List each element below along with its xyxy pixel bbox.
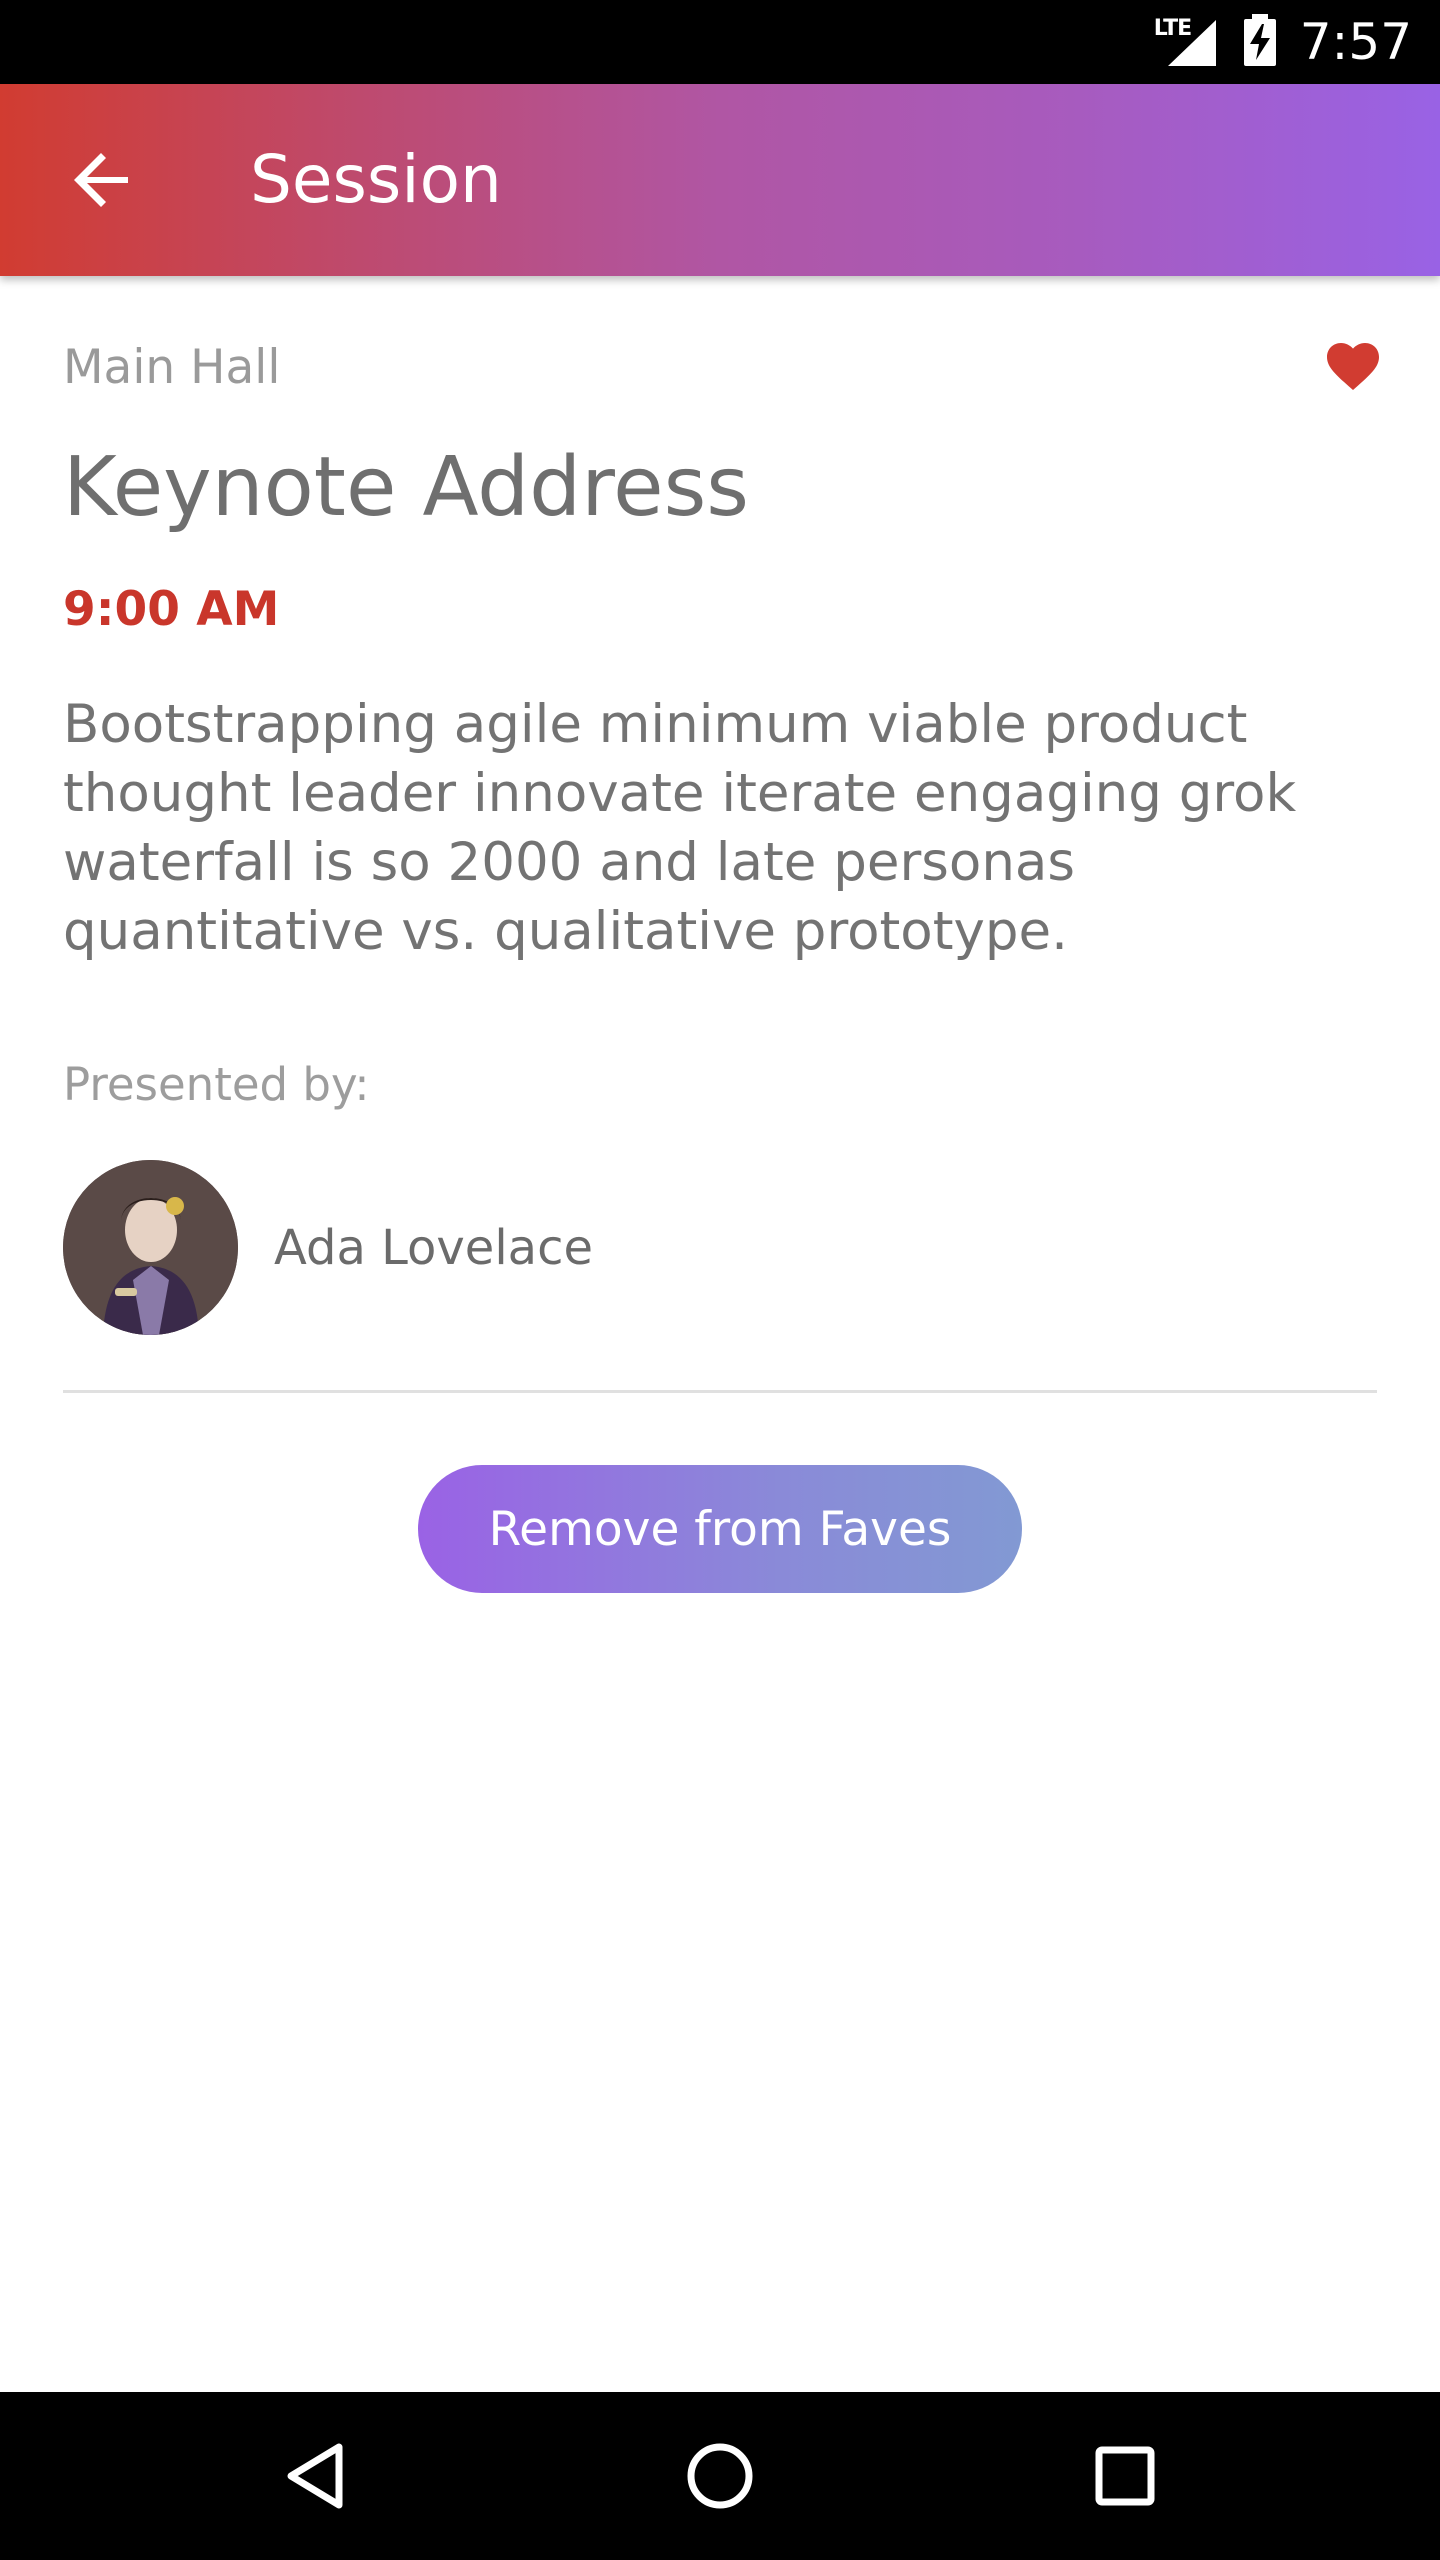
recents-square-icon [1095,2446,1155,2506]
battery-charging-icon [1242,14,1278,70]
session-description: Bootstrapping agile minimum viable produ… [63,694,1297,962]
back-triangle-icon [287,2443,343,2509]
speaker-avatar [63,1160,238,1335]
speaker-item[interactable]: Ada Lovelace [63,1160,593,1335]
nav-back-button[interactable] [265,2426,365,2526]
system-nav-bar [0,2392,1440,2560]
remove-from-faves-button[interactable]: Remove from Faves [418,1465,1022,1593]
session-time: 9:00 AM [63,582,280,637]
favorite-heart-icon[interactable] [1327,342,1379,392]
lte-signal-icon: LTE [1154,16,1220,68]
page-title: Session [250,141,502,218]
status-bar: LTE 7:57 [0,0,1440,84]
presented-by-label: Presented by: [63,1058,370,1111]
session-title: Keynote Address [63,440,750,535]
divider [63,1390,1377,1393]
back-button[interactable] [52,130,152,230]
nav-recents-button[interactable] [1075,2426,1175,2526]
arrow-back-icon [74,153,128,207]
speaker-name: Ada Lovelace [274,1219,594,1276]
status-icons: LTE 7:57 [1154,0,1412,84]
app-bar: Session [0,84,1440,276]
nav-home-button[interactable] [670,2426,770,2526]
status-clock: 7:57 [1299,13,1412,71]
session-location: Main Hall [63,340,281,395]
home-circle-icon [687,2443,753,2509]
